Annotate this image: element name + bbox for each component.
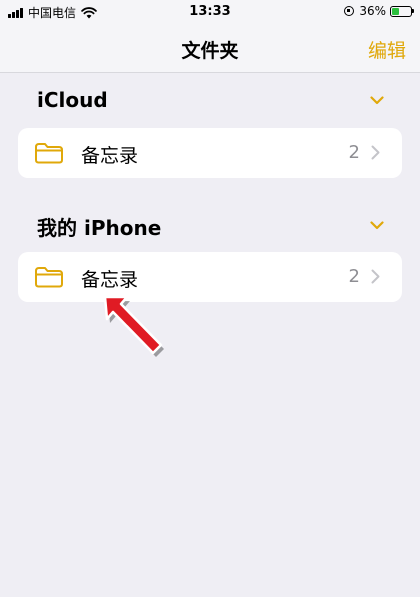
folder-name: 备忘录 xyxy=(81,145,139,167)
navigation-bar: 文件夹 编辑 xyxy=(0,24,420,73)
note-count: 2 xyxy=(348,142,360,163)
edit-button[interactable]: 编辑 xyxy=(368,36,406,63)
chevron-down-icon[interactable] xyxy=(370,96,384,105)
section-header-my-iphone[interactable]: 我的 iPhone xyxy=(37,212,161,241)
chevron-right-icon xyxy=(371,145,380,160)
chevron-down-icon[interactable] xyxy=(370,221,384,230)
note-count: 2 xyxy=(348,266,360,287)
folder-icon xyxy=(35,267,63,288)
battery-icon xyxy=(390,5,414,17)
status-bar: 中国电信 13:33 36% xyxy=(0,0,420,24)
chevron-right-icon xyxy=(371,269,380,284)
page-title: 文件夹 xyxy=(181,40,239,62)
folder-row-iphone-notes[interactable]: 备忘录 2 xyxy=(18,252,402,302)
battery-percent: 36% xyxy=(359,4,386,18)
battery-fill xyxy=(392,7,400,15)
annotation-arrow xyxy=(103,295,164,357)
section-header-icloud[interactable]: iCloud xyxy=(37,88,108,112)
folder-icon xyxy=(35,143,63,164)
rotation-lock-icon xyxy=(344,6,355,16)
folder-row-icloud-notes[interactable]: 备忘录 2 xyxy=(18,128,402,178)
status-right: 36% xyxy=(344,4,414,18)
